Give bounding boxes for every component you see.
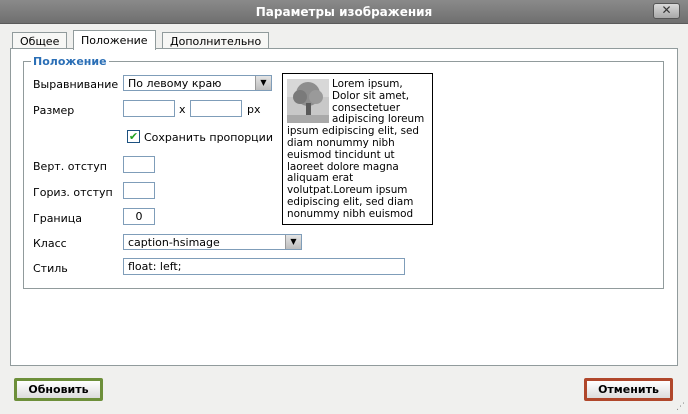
close-icon: ✕ [661, 3, 672, 17]
preview-float-spacer [287, 79, 332, 125]
class-label: Класс [33, 237, 67, 250]
style-label: Стиль [33, 262, 68, 275]
keep-proportions-checkbox[interactable]: ✔ [127, 130, 140, 143]
vspace-input[interactable] [123, 156, 155, 173]
fieldset-legend: Положение [31, 55, 109, 68]
tab-general[interactable]: Общее [12, 32, 68, 49]
dialog-title: Параметры изображения [255, 5, 433, 19]
close-button[interactable]: ✕ [653, 3, 680, 19]
resize-grip-icon[interactable]: ⋰ [676, 402, 686, 412]
height-input[interactable] [190, 100, 242, 117]
title-bar[interactable]: Параметры изображения ✕ [0, 0, 688, 24]
hspace-input[interactable] [123, 182, 155, 199]
size-label: Размер [33, 104, 75, 117]
border-input[interactable]: 0 [123, 208, 155, 225]
update-button[interactable]: Обновить [14, 378, 103, 401]
alignment-value: По левому краю [128, 77, 222, 90]
chevron-down-icon: ▼ [285, 235, 301, 249]
class-value: caption-hsimage [128, 236, 220, 249]
alignment-select[interactable]: По левому краю ▼ [123, 75, 272, 91]
chevron-down-icon: ▼ [255, 76, 271, 90]
vspace-label: Верт. отступ [33, 160, 107, 173]
tab-position[interactable]: Положение [73, 30, 156, 50]
border-label: Граница [33, 212, 83, 225]
size-unit: px [247, 103, 261, 116]
class-select[interactable]: caption-hsimage ▼ [123, 234, 302, 250]
size-separator: x [179, 103, 186, 116]
alignment-label: Выравнивание [33, 78, 119, 91]
hspace-label: Гориз. отступ [33, 186, 113, 199]
image-properties-dialog: Параметры изображения ✕ Общее Положение … [0, 0, 688, 414]
keep-proportions-label: Сохранить пропорции [144, 131, 273, 144]
width-input[interactable] [123, 100, 175, 117]
tab-advanced[interactable]: Дополнительно [162, 32, 270, 49]
preview-text-container: Lorem ipsum, Dolor sit amet, consectetue… [287, 78, 429, 221]
style-input[interactable]: float: left; [123, 258, 405, 275]
cancel-button[interactable]: Отменить [584, 378, 673, 401]
alignment-preview: Lorem ipsum, Dolor sit amet, consectetue… [282, 73, 433, 225]
